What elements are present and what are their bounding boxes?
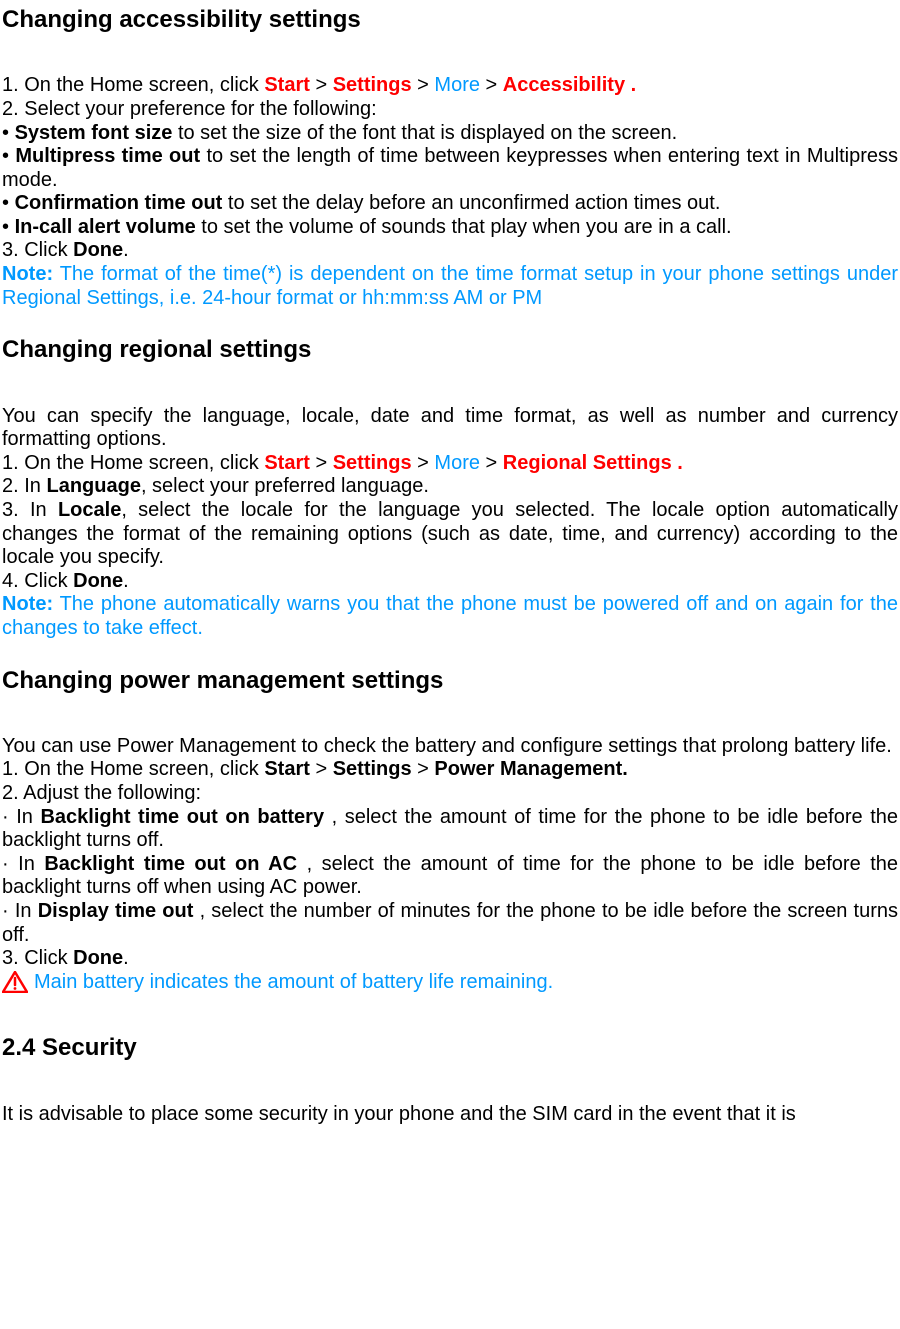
term: In-call alert volume: [15, 216, 196, 238]
bullet-backlight-battery: · In Backlight time out on battery , sel…: [2, 806, 898, 853]
term: Backlight time out on battery: [40, 806, 331, 828]
done-label: Done: [73, 947, 123, 969]
step-2-regional: 2. In Language, select your preferred la…: [2, 475, 898, 499]
step-1-accessibility: 1. On the Home screen, click Start > Set…: [2, 74, 898, 98]
text: , select the locale for the language you…: [2, 499, 898, 568]
step-1-power: 1. On the Home screen, click Start > Set…: [2, 758, 898, 782]
text: 3. Click: [2, 947, 73, 969]
bullet: · In: [2, 806, 40, 828]
sep: >: [480, 452, 503, 474]
text: 3. Click: [2, 239, 73, 261]
bullet-system-font-size: • System font size to set the size of th…: [2, 122, 898, 146]
sep: >: [310, 452, 333, 474]
done-label: Done: [73, 239, 123, 261]
desc: to set the size of the font that is disp…: [172, 122, 677, 144]
period: .: [123, 947, 129, 969]
sep: >: [480, 74, 503, 96]
step-2-accessibility: 2. Select your preference for the follow…: [2, 98, 898, 122]
accessibility-label: Accessibility .: [503, 74, 636, 96]
heading-regional: Changing regional settings: [2, 336, 898, 364]
warning-icon: [2, 971, 28, 993]
done-label: Done: [73, 570, 123, 592]
step-2-power: 2. Adjust the following:: [2, 782, 898, 806]
language-label: Language: [46, 475, 140, 497]
warning-battery: Main battery indicates the amount of bat…: [2, 971, 898, 995]
desc: to set the volume of sounds that play wh…: [196, 216, 732, 238]
bullet-backlight-ac: · In Backlight time out on AC , select t…: [2, 853, 898, 900]
step-3-regional: 3. In Locale, select the locale for the …: [2, 499, 898, 570]
text: 3. In: [2, 499, 58, 521]
step-3-accessibility: 3. Click Done.: [2, 239, 898, 263]
bullet: •: [2, 122, 15, 144]
text: 1. On the Home screen, click: [2, 74, 264, 96]
sep: >: [310, 758, 333, 780]
text: , select your preferred language.: [141, 475, 429, 497]
note-label: Note:: [2, 263, 53, 285]
settings-label: Settings: [333, 452, 412, 474]
note-body: The phone automatically warns you that t…: [2, 593, 898, 639]
power-management-label: Power Management.: [434, 758, 627, 780]
bullet: · In: [2, 900, 38, 922]
heading-power: Changing power management settings: [2, 667, 898, 695]
term: Display time out: [38, 900, 200, 922]
bullet: •: [2, 192, 15, 214]
warning-text: Main battery indicates the amount of bat…: [34, 971, 553, 995]
intro-security: It is advisable to place some security i…: [2, 1103, 898, 1127]
term: System font size: [15, 122, 173, 144]
start-label: Start: [264, 452, 310, 474]
step-1-regional: 1. On the Home screen, click Start > Set…: [2, 452, 898, 476]
bullet-confirmation-timeout: • Confirmation time out to set the delay…: [2, 192, 898, 216]
more-label: More: [434, 74, 480, 96]
start-label: Start: [264, 758, 310, 780]
settings-label: Settings: [333, 758, 412, 780]
sep: >: [310, 74, 333, 96]
period: .: [123, 570, 129, 592]
sep: >: [412, 452, 435, 474]
bullet-multipress-timeout: • Multipress time out to set the length …: [2, 145, 898, 192]
start-label: Start: [264, 74, 310, 96]
bullet: · In: [2, 853, 44, 875]
intro-power: You can use Power Management to check th…: [2, 735, 898, 759]
step-4-regional: 4. Click Done.: [2, 570, 898, 594]
bullet: •: [2, 216, 15, 238]
note-regional: Note: The phone automatically warns you …: [2, 593, 898, 640]
bullet: •: [2, 145, 15, 167]
sep: >: [412, 74, 435, 96]
text: 4. Click: [2, 570, 73, 592]
settings-label: Settings: [333, 74, 412, 96]
bullet-incall-alert-volume: • In-call alert volume to set the volume…: [2, 216, 898, 240]
note-accessibility: Note: The format of the time(*) is depen…: [2, 263, 898, 310]
term: Backlight time out on AC: [44, 853, 306, 875]
heading-security: 2.4 Security: [2, 1034, 898, 1062]
term: Multipress time out: [15, 145, 200, 167]
sep: >: [412, 758, 435, 780]
note-label: Note:: [2, 593, 53, 615]
step-3-power: 3. Click Done.: [2, 947, 898, 971]
text: 2. In: [2, 475, 46, 497]
intro-regional: You can specify the language, locale, da…: [2, 405, 898, 452]
more-label: More: [434, 452, 480, 474]
heading-accessibility: Changing accessibility settings: [2, 6, 898, 34]
term: Confirmation time out: [15, 192, 223, 214]
bullet-display-timeout: · In Display time out , select the numbe…: [2, 900, 898, 947]
text: 1. On the Home screen, click: [2, 758, 264, 780]
period: .: [123, 239, 129, 261]
desc: to set the delay before an unconfirmed a…: [222, 192, 720, 214]
regional-settings-label: Regional Settings .: [503, 452, 683, 474]
note-body: The format of the time(*) is dependent o…: [2, 263, 898, 309]
locale-label: Locale: [58, 499, 121, 521]
text: 1. On the Home screen, click: [2, 452, 264, 474]
